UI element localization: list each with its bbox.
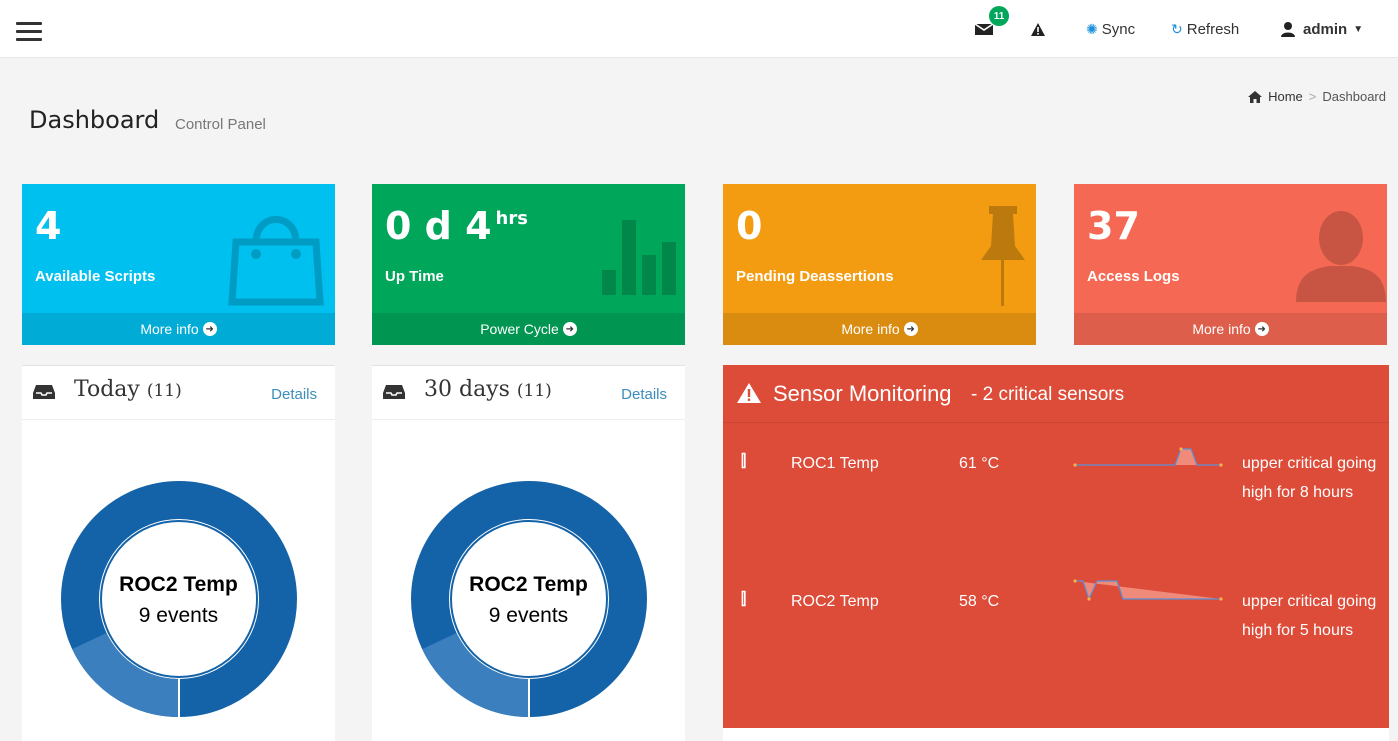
details-link[interactable]: Details xyxy=(621,386,667,403)
sensor-sparkline xyxy=(1073,447,1223,467)
uptime-unit: hrs xyxy=(495,208,528,229)
panel-count: (11) xyxy=(516,381,552,401)
sensor-row[interactable]: ⫿ ROC2 Temp 58 °C upper critical going h… xyxy=(723,579,1389,707)
sensor-sparkline xyxy=(1073,579,1223,601)
sensor-title: Sensor Monitoring xyxy=(773,381,952,406)
sensor-description: upper critical going high for 5 hours xyxy=(1242,593,1377,639)
user-icon xyxy=(1281,22,1295,37)
page-title: Dashboard xyxy=(29,106,160,134)
inbox-icon xyxy=(33,385,55,399)
box-value: 0 xyxy=(736,204,763,248)
arrow-circle-right-icon: ➜ xyxy=(903,322,918,336)
sensor-name: ROC1 Temp xyxy=(791,455,879,472)
arrow-circle-right-icon: ➜ xyxy=(202,322,217,336)
box-label: Available Scripts xyxy=(35,268,156,285)
donut-subtitle: 9 events xyxy=(138,604,219,627)
donut-title: ROC2 Temp xyxy=(119,573,238,596)
panel-count: (11) xyxy=(146,381,182,401)
sync-button[interactable]: ✺ Sync xyxy=(1086,18,1135,40)
box-value: 0 d 4 hrs xyxy=(385,204,528,248)
breadcrumb-separator: > xyxy=(1308,89,1317,104)
breadcrumb-current: Dashboard xyxy=(1322,89,1386,104)
breadcrumb: Home > Dashboard xyxy=(1248,89,1386,104)
box-footer-label: More info xyxy=(841,321,900,337)
donut-center xyxy=(450,520,608,678)
uptime-value: 0 d 4 xyxy=(385,204,492,248)
envelope-icon xyxy=(974,23,994,35)
donut-center xyxy=(100,520,258,678)
refresh-button[interactable]: ↻ Refresh xyxy=(1171,18,1239,40)
caret-down-icon: ▼ xyxy=(1353,23,1364,35)
arrow-circle-right-icon: ➜ xyxy=(562,322,577,336)
access-logs-box: 37 Access Logs More info ➜ xyxy=(1074,184,1387,345)
refresh-label: Refresh xyxy=(1186,20,1240,38)
box-value: 4 xyxy=(35,204,62,248)
sync-label: Sync xyxy=(1101,20,1136,38)
box-label: Access Logs xyxy=(1087,268,1180,285)
sensor-description: upper critical going high for 8 hours xyxy=(1242,455,1377,501)
sensor-subtitle: - 2 critical sensors xyxy=(971,384,1125,405)
box-footer-link[interactable]: More info ➜ xyxy=(723,313,1036,345)
pushpin-icon xyxy=(981,206,1025,306)
sensor-row[interactable]: ⫿ ROC1 Temp 61 °C upper critical going h… xyxy=(723,447,1389,569)
details-link[interactable]: Details xyxy=(271,386,317,403)
page-subtitle: Control Panel xyxy=(175,116,266,133)
arrow-circle-right-icon: ➜ xyxy=(1254,322,1269,336)
box-value: 37 xyxy=(1087,204,1140,248)
donut-title: ROC2 Temp xyxy=(469,573,588,596)
warning-icon xyxy=(1031,22,1045,36)
warning-icon xyxy=(737,383,761,403)
30-days-events-panel: 30 days (11) Details ROC2 Temp 9 events xyxy=(372,365,685,741)
sensor-value: 58 °C xyxy=(959,593,1000,610)
events-donut-chart xyxy=(61,481,297,718)
box-footer-link[interactable]: More info ➜ xyxy=(22,313,335,345)
alerts-button[interactable] xyxy=(1030,18,1046,40)
box-footer-label: More info xyxy=(140,321,199,337)
sensor-value: 61 °C xyxy=(959,455,1000,472)
user-label: admin xyxy=(1303,20,1348,38)
sync-icon: ✺ xyxy=(1086,20,1098,37)
events-donut-chart xyxy=(411,481,647,718)
refresh-icon: ↻ xyxy=(1171,20,1183,37)
panel-header: Today (11) Details xyxy=(22,366,335,420)
box-label: Up Time xyxy=(385,268,444,285)
user-menu[interactable]: admin ▼ xyxy=(1280,18,1363,40)
sensor-monitoring-panel: Sensor Monitoring - 2 critical sensors ⫿… xyxy=(723,365,1389,728)
home-icon xyxy=(1248,90,1263,103)
sensor-name: ROC2 Temp xyxy=(791,593,879,610)
deassertions-box: 0 Pending Deassertions More info ➜ xyxy=(723,184,1036,345)
panel-title: 30 days (11) xyxy=(424,377,552,402)
bar-chart-icon xyxy=(602,220,676,295)
box-footer-label: Power Cycle xyxy=(480,321,559,337)
sensor-panel-footer xyxy=(723,728,1389,741)
thermometer-icon: ⫿ xyxy=(741,591,747,608)
box-label: Pending Deassertions xyxy=(736,268,894,285)
inbox-icon xyxy=(383,385,405,399)
uptime-box: 0 d 4 hrs Up Time Power Cycle ➜ xyxy=(372,184,685,345)
panel-title-text: 30 days xyxy=(424,377,510,402)
messages-button[interactable]: 11 xyxy=(974,6,1009,40)
scripts-box: 4 Available Scripts More info ➜ xyxy=(22,184,335,345)
box-footer-link[interactable]: More info ➜ xyxy=(1074,313,1387,345)
panel-header: 30 days (11) Details xyxy=(372,366,685,420)
donut-subtitle: 9 events xyxy=(488,604,569,627)
box-footer-label: More info xyxy=(1192,321,1251,337)
panel-title: Today (11) xyxy=(74,377,182,402)
messages-badge: 11 xyxy=(989,6,1009,26)
breadcrumb-home[interactable]: Home xyxy=(1268,89,1303,104)
sensor-header: Sensor Monitoring - 2 critical sensors xyxy=(723,365,1389,423)
thermometer-icon: ⫿ xyxy=(741,453,747,470)
menu-toggle-icon[interactable] xyxy=(16,22,42,42)
today-events-panel: Today (11) Details ROC2 Temp 9 events xyxy=(22,365,335,741)
shopping-bag-icon xyxy=(228,216,324,306)
top-navbar: 11 ✺ Sync ↻ Refresh admin ▼ xyxy=(0,0,1398,58)
power-cycle-link[interactable]: Power Cycle ➜ xyxy=(372,313,685,345)
panel-title-text: Today xyxy=(74,377,140,402)
user-icon xyxy=(1296,211,1386,302)
